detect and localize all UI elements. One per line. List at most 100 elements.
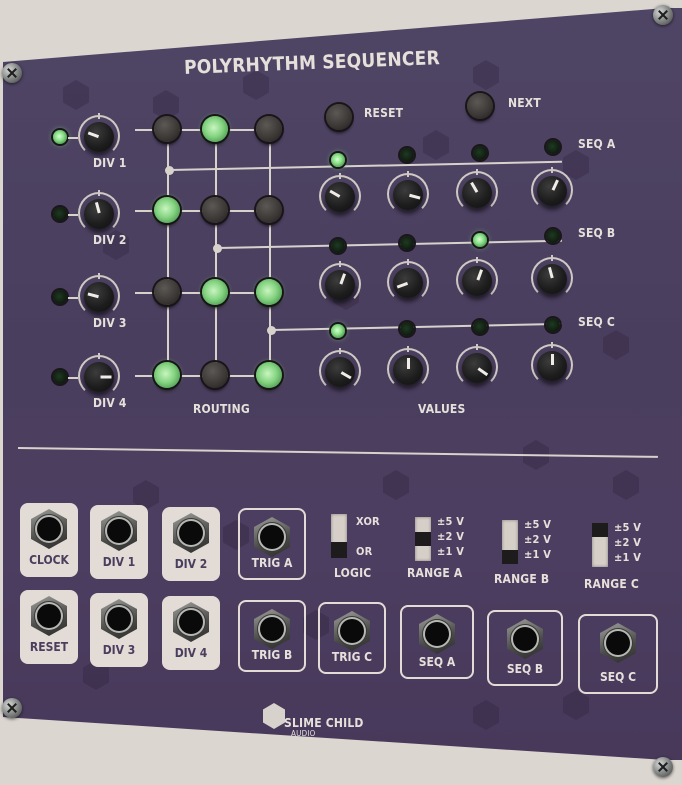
range-option: ±1 V [614,551,642,564]
output-jack-frame: TRIG C [318,602,386,674]
values-label: VALUES [418,402,466,416]
background-hex [423,130,449,160]
div-led-connector [68,137,78,139]
routing-col-line [269,128,271,374]
routing-button-r4-c3[interactable] [256,362,282,388]
seq-0-step-knob[interactable] [393,180,423,210]
seq-2-step-knob-tick [339,348,341,354]
jack-socket [513,627,537,651]
seq-0-step-knob[interactable] [325,182,355,212]
routing-button-r1-c2[interactable] [202,116,228,142]
background-hex [383,470,409,500]
seq-0-step-led [400,148,414,162]
range-option: ±5 V [614,521,642,534]
input-jack-label: DIV 4 [174,646,208,660]
input-jack[interactable] [101,511,137,551]
div-knob-tick [98,190,100,196]
range-option: ±2 V [437,530,465,543]
next-button[interactable] [467,93,493,119]
input-jack[interactable] [173,513,209,553]
input-jack[interactable] [101,599,137,639]
routing-button-r2-c3[interactable] [256,197,282,223]
output-jack[interactable] [334,611,370,651]
routing-button-r4-c2[interactable] [202,362,228,388]
input-jack[interactable] [31,596,67,636]
input-jack[interactable] [31,509,67,549]
seq-1-step-knob[interactable] [393,268,423,298]
seq-2-step-knob-pointer [407,358,410,369]
jack-socket [179,521,203,545]
logic-switch[interactable] [331,514,347,558]
seq-2-step-knob[interactable] [462,353,492,383]
reset-button-label: RESET [364,106,404,120]
seq-1-step-knob[interactable] [325,270,355,300]
output-jack-frame: TRIG B [238,600,306,672]
input-jack-box: DIV 3 [90,593,148,667]
logic-option-xor: XOR [356,515,380,528]
seq-2-step-knob-pointer [340,371,352,380]
seq-1-step-knob-tick [407,259,409,265]
seq-0-step-led [473,146,487,160]
output-jack[interactable] [600,623,636,663]
seq-2-step-knob[interactable] [393,355,423,385]
range-switch-thumb [415,532,431,546]
div-led [53,207,67,221]
routing-button-r3-c3[interactable] [256,279,282,305]
routing-button-r2-c1[interactable] [154,197,180,223]
output-jack[interactable] [254,609,290,649]
seq-1-step-knob[interactable] [537,264,567,294]
routing-button-r1-c1[interactable] [154,116,180,142]
seq-1-step-knob-tick [339,261,341,267]
div-knob[interactable] [84,199,114,229]
seq-1-step-knob-pointer [547,267,554,279]
routing-button-r2-c2[interactable] [202,197,228,223]
logic-label: LOGIC [334,566,372,580]
seq-1-step-led [400,236,414,250]
output-jack[interactable] [254,517,290,557]
range-switch-thumb [592,523,608,537]
range-option: ±5 V [437,515,465,528]
output-jack-label: TRIG C [331,650,373,664]
range-switch-b[interactable] [502,520,518,564]
seq-2-step-led [473,320,487,334]
seq-2-step-knob[interactable] [325,357,355,387]
output-jack-frame: TRIG A [238,508,306,580]
seq-1-step-led [546,229,560,243]
output-jack-frame: SEQ A [400,605,474,679]
input-jack-box: CLOCK [20,503,78,577]
seq-0-step-knob-pointer [470,181,479,193]
routing-button-r1-c3[interactable] [256,116,282,142]
seq-0-step-knob-pointer [329,189,341,198]
range-label: RANGE A [407,566,463,580]
routing-button-r3-c1[interactable] [154,279,180,305]
div-knob-tick [98,273,100,279]
logic-option-or: OR [356,545,373,558]
reset-button[interactable] [326,104,352,130]
seq-2-step-knob-tick [407,346,409,352]
screw-bottom-left [2,698,22,718]
range-option: ±1 V [437,545,465,558]
input-jack[interactable] [173,602,209,642]
sequence-label: SEQ B [578,226,616,240]
div-knob[interactable] [84,282,114,312]
output-jack[interactable] [419,614,455,654]
div-label: DIV 4 [93,396,127,410]
div-knob[interactable] [84,362,114,392]
range-switch-c[interactable] [592,523,608,567]
seq-2-step-knob-tick [476,344,478,350]
div-knob[interactable] [84,122,114,152]
seq-2-step-knob[interactable] [537,351,567,381]
seq-0-step-knob[interactable] [537,176,567,206]
routing-button-r4-c1[interactable] [154,362,180,388]
seq-2-step-led [400,322,414,336]
range-option: ±2 V [524,533,552,546]
range-switch-a[interactable] [415,517,431,561]
input-jack-label: DIV 1 [102,555,136,569]
seq-0-step-knob[interactable] [462,178,492,208]
sequence-label: SEQ A [578,137,616,151]
routing-button-r3-c2[interactable] [202,279,228,305]
logic-switch-thumb [331,542,347,558]
seq-1-step-knob[interactable] [462,266,492,296]
output-jack[interactable] [507,619,543,659]
seq-2-step-knob-pointer [477,367,489,377]
